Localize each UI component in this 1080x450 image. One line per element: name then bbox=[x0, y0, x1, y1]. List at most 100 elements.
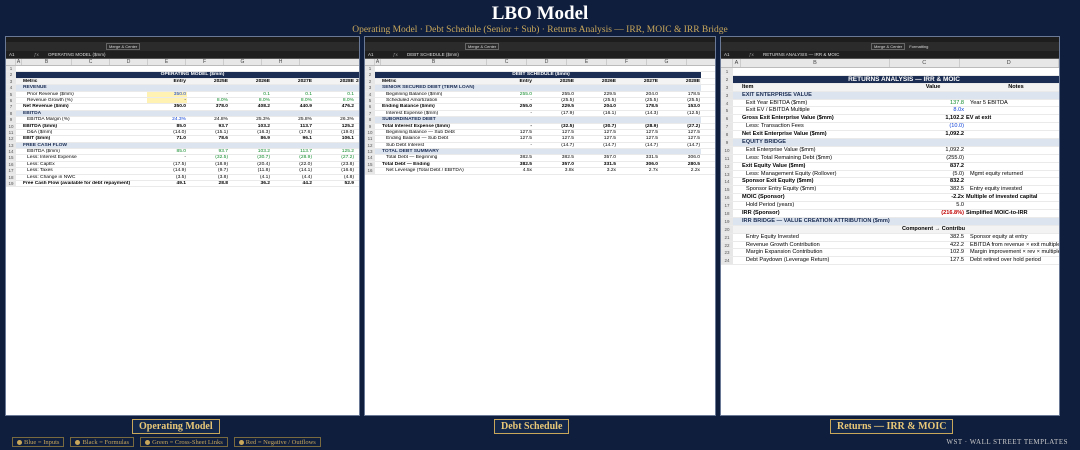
cell[interactable]: SENIOR SECURED DEBT (TERM LOAN) bbox=[381, 85, 491, 91]
cell[interactable]: (5.0) bbox=[901, 171, 965, 178]
cell[interactable]: (14.7) bbox=[575, 143, 617, 148]
cell[interactable]: Metric bbox=[22, 78, 147, 85]
cell[interactable]: (9.7) bbox=[187, 168, 229, 173]
column-header[interactable]: C bbox=[487, 59, 527, 65]
row-number[interactable]: 15 bbox=[6, 155, 16, 161]
row-number[interactable]: 9 bbox=[721, 139, 733, 146]
operating-model-sheet[interactable]: Merge & Center A1 ƒx OPERATING MODEL ($m… bbox=[5, 36, 360, 416]
cell[interactable]: (17.6) bbox=[271, 130, 313, 135]
column-header[interactable]: A bbox=[733, 59, 741, 67]
cell[interactable]: 0.1 bbox=[229, 92, 271, 97]
row-number[interactable]: 5 bbox=[365, 97, 375, 104]
row-number[interactable]: 8 bbox=[721, 131, 733, 139]
row-number[interactable]: 13 bbox=[365, 149, 375, 155]
row-number[interactable]: 8 bbox=[6, 110, 16, 117]
cell[interactable] bbox=[733, 249, 741, 256]
cell[interactable]: 1,102.2 bbox=[901, 115, 965, 122]
cell[interactable]: 113.7 bbox=[271, 149, 313, 154]
cell[interactable] bbox=[355, 130, 359, 135]
cell[interactable]: 440.9 bbox=[271, 104, 313, 109]
row-number[interactable]: 2 bbox=[721, 75, 733, 83]
cell[interactable]: 125.2 bbox=[313, 149, 355, 154]
cell[interactable]: (14.7) bbox=[659, 143, 701, 148]
cell[interactable] bbox=[733, 123, 741, 130]
cell[interactable]: 255.0 bbox=[491, 92, 533, 97]
cell[interactable]: (14.0) bbox=[147, 130, 187, 135]
cell[interactable] bbox=[355, 104, 359, 109]
cell[interactable]: -2.2x bbox=[901, 194, 965, 201]
cell[interactable]: EBITDA bbox=[22, 110, 147, 117]
cell[interactable]: 137.8 bbox=[901, 100, 965, 107]
cell[interactable]: Exit EV / EBITDA Multiple bbox=[741, 107, 901, 114]
cell[interactable]: 2028E bbox=[313, 78, 355, 85]
cell[interactable]: - bbox=[491, 143, 533, 148]
row-number[interactable]: 18 bbox=[721, 210, 733, 217]
cell[interactable]: 103.2 bbox=[229, 124, 271, 129]
cell[interactable] bbox=[355, 124, 359, 129]
row-number[interactable]: 1 bbox=[721, 68, 733, 75]
cell[interactable]: 127.5 bbox=[617, 136, 659, 141]
cell[interactable]: Debt retired over hold period bbox=[965, 257, 1059, 264]
cell[interactable]: Total Debt — Ending bbox=[381, 162, 491, 167]
cell[interactable]: (10.0) bbox=[901, 123, 965, 130]
column-header[interactable]: F bbox=[186, 59, 224, 65]
cell[interactable]: 306.0 bbox=[617, 162, 659, 167]
cell[interactable]: 350.0 bbox=[147, 104, 187, 109]
cell[interactable] bbox=[733, 178, 741, 185]
cell[interactable]: Net Exit Enterprise Value ($mm) bbox=[741, 131, 901, 138]
cell[interactable]: 127.5 bbox=[659, 136, 701, 141]
row-number[interactable]: 21 bbox=[721, 233, 733, 241]
row-number[interactable]: 3 bbox=[721, 91, 733, 99]
row-number[interactable]: 12 bbox=[721, 162, 733, 170]
cell[interactable]: Less: Interest Expense bbox=[22, 155, 147, 160]
cell[interactable]: 331.5 bbox=[617, 155, 659, 160]
cell[interactable]: 127.5 bbox=[491, 136, 533, 141]
cell[interactable]: Revenue Growth (%) bbox=[22, 98, 147, 103]
row-number[interactable]: 7 bbox=[6, 104, 16, 110]
cell[interactable] bbox=[733, 147, 741, 154]
formula-content[interactable]: RETURNS ANALYSIS — IRR & MOIC bbox=[763, 52, 839, 57]
cell[interactable]: Beginning Balance — Sub Debt bbox=[381, 130, 491, 135]
cell[interactable] bbox=[901, 217, 965, 225]
cell[interactable]: (32.5) bbox=[187, 155, 229, 160]
row-number[interactable]: 4 bbox=[721, 99, 733, 107]
formula-bar[interactable]: A1 ƒx DEBT SCHEDULE ($mm) bbox=[365, 51, 715, 59]
cell[interactable] bbox=[965, 225, 1059, 233]
cell[interactable]: 127.5 bbox=[533, 130, 575, 135]
cell[interactable] bbox=[533, 149, 575, 155]
row-number[interactable]: 23 bbox=[721, 249, 733, 257]
row-number[interactable]: 5 bbox=[721, 107, 733, 115]
cell[interactable]: 96.1 bbox=[271, 136, 313, 141]
tab-debt-schedule[interactable]: Debt Schedule bbox=[494, 419, 570, 434]
column-header[interactable]: C bbox=[890, 59, 960, 67]
cell[interactable]: 153.0 bbox=[659, 104, 701, 109]
row-number[interactable]: 15 bbox=[365, 161, 375, 168]
cell[interactable] bbox=[491, 85, 533, 91]
cell[interactable] bbox=[491, 149, 533, 155]
cell[interactable] bbox=[617, 85, 659, 91]
cell[interactable]: 382.5 bbox=[901, 234, 965, 241]
cell[interactable]: 178.5 bbox=[659, 92, 701, 97]
cell[interactable]: 0.1 bbox=[313, 92, 355, 97]
cell[interactable]: EBIT ($mm) bbox=[22, 136, 147, 141]
cell[interactable]: 2.7x bbox=[617, 168, 659, 173]
column-header[interactable]: C bbox=[72, 59, 110, 65]
cell[interactable] bbox=[271, 110, 313, 117]
column-header[interactable]: E bbox=[567, 59, 607, 65]
sheet-grid[interactable]: 1 2 RETURNS ANALYSIS — IRR & MOIC 3 Item Valu… bbox=[721, 68, 1059, 266]
cell[interactable]: - bbox=[491, 111, 533, 116]
cell[interactable]: Margin Expansion Contribution bbox=[741, 249, 901, 256]
cell[interactable]: MOIC (Sponsor) bbox=[741, 194, 901, 201]
cell[interactable]: 52.9 bbox=[313, 181, 355, 186]
cell[interactable] bbox=[313, 110, 355, 117]
cell[interactable] bbox=[229, 85, 271, 91]
cell[interactable] bbox=[965, 155, 1059, 162]
cell[interactable]: 280.5 bbox=[659, 162, 701, 167]
sheet-grid[interactable]: 1 2 OPERATING MODEL ($mm) 3 Metric Entry 2025E… bbox=[6, 66, 359, 188]
column-header[interactable]: B bbox=[381, 59, 487, 65]
cell[interactable]: 0.1 bbox=[271, 92, 313, 97]
cell[interactable]: Exit Equity Value ($mm) bbox=[741, 163, 901, 170]
merge-center-button[interactable]: Merge & Center bbox=[871, 43, 906, 50]
row-number[interactable]: 4 bbox=[365, 91, 375, 97]
cell[interactable] bbox=[733, 234, 741, 241]
